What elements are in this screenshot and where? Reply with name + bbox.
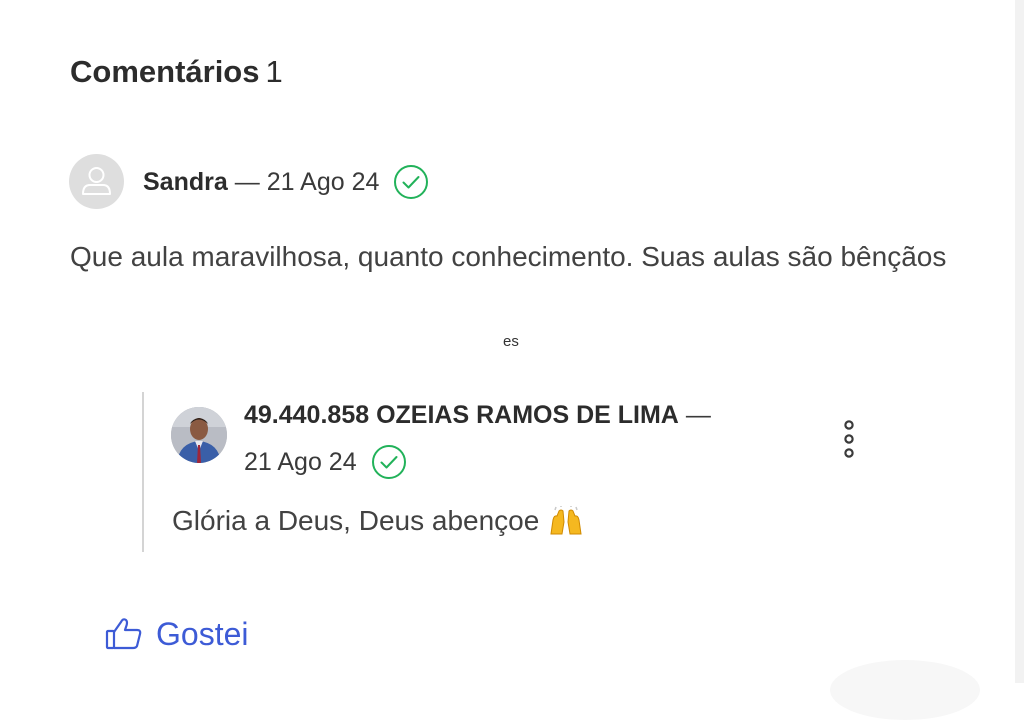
meta-separator: — (234, 167, 260, 196)
reply-text-row: Glória a Deus, Deus abençoe (172, 505, 583, 537)
raising-hands-icon (549, 506, 583, 536)
check-circle-icon (393, 164, 429, 200)
comments-heading: Comentários 1 (70, 54, 283, 90)
comment-date: 21 Ago 24 (266, 167, 380, 196)
reply-thread-line (142, 392, 144, 552)
reply-meta: 49.440.858 OZEIAS RAMOS DE LIMA — (244, 397, 718, 433)
like-button[interactable]: Gostei (104, 612, 248, 656)
comment-text: Que aula maravilhosa, quanto conheciment… (70, 241, 947, 272)
comments-count: 1 (265, 54, 283, 89)
comment-author[interactable]: Sandra (143, 168, 228, 197)
user-placeholder-icon (69, 154, 124, 209)
thumbs-up-icon (104, 616, 144, 652)
meta-separator: — (685, 400, 711, 429)
reply-text: Glória a Deus, Deus abençoe (172, 505, 540, 536)
reply-date: 21 Ago 24 (244, 447, 357, 476)
reply-date-row: 21 Ago 24 (244, 444, 407, 480)
stray-text: es (503, 333, 519, 350)
check-circle-icon (371, 444, 407, 480)
like-label: Gostei (156, 615, 249, 652)
decorative-shape (830, 660, 980, 720)
scrollbar-track[interactable] (1015, 0, 1024, 683)
avatar (171, 407, 227, 463)
comment-meta: Sandra — 21 Ago 24 (143, 164, 429, 200)
reply-author[interactable]: 49.440.858 OZEIAS RAMOS DE LIMA (244, 401, 679, 430)
vertical-ellipsis-icon[interactable] (838, 418, 860, 460)
comments-title: Comentários (70, 54, 260, 89)
